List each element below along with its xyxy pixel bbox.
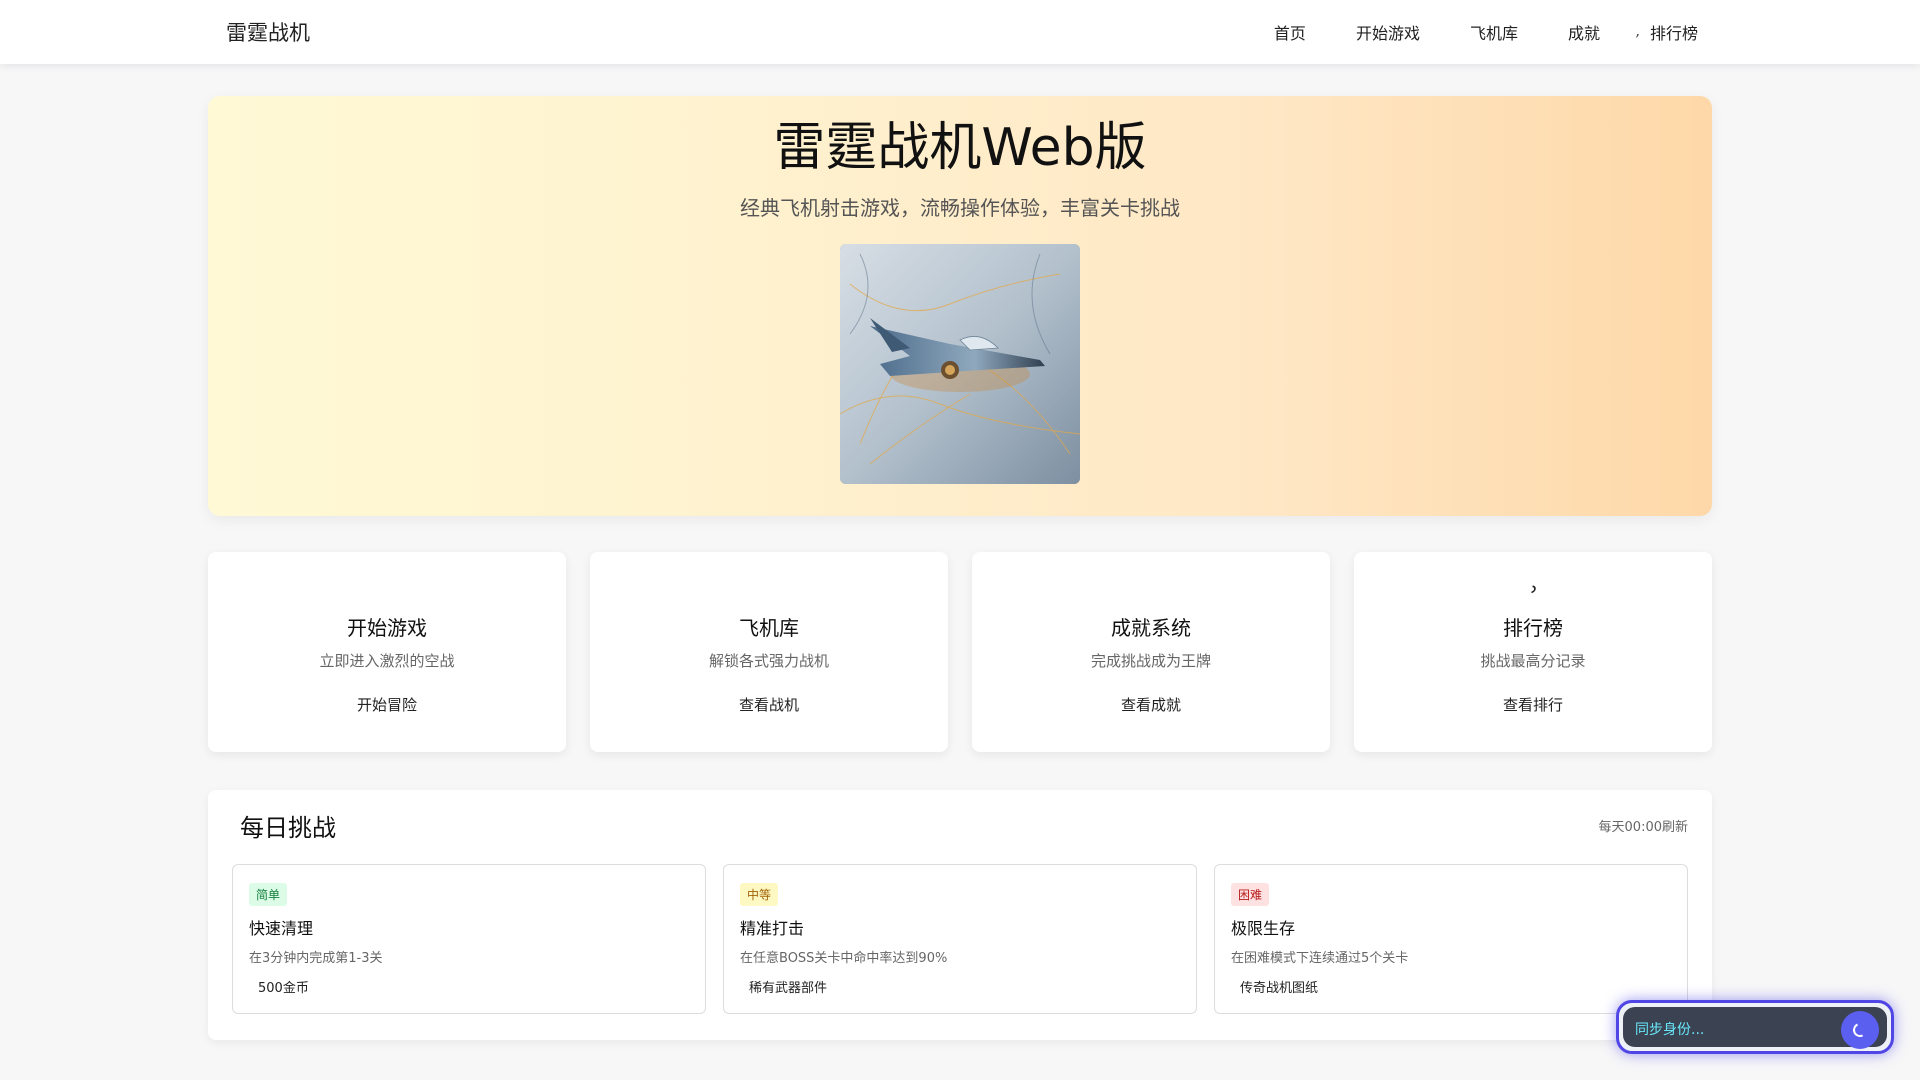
sync-widget-body: 同步身份... [1623, 1007, 1887, 1049]
ranking-icon: ‚ [1635, 24, 1641, 40]
daily-challenges-title: 每日挑战 [240, 814, 336, 842]
challenge-reward: 传奇战机图纸 [1231, 977, 1318, 996]
nav-home[interactable]: 首页 [1260, 20, 1306, 44]
nav-start-game-label: 开始游戏 [1355, 24, 1420, 43]
hero-banner: 雷霆战机Web版 经典飞机射击游戏，流畅操作体验，丰富关卡挑战 [208, 96, 1712, 516]
daily-challenges-panel: 每日挑战 每天00:00刷新 简单 快速清理 在3分钟内完成第1-3关 500金… [208, 790, 1712, 1040]
feature-title: 开始游戏 [347, 616, 427, 640]
refresh-time-note: 每天00:00刷新 [1598, 820, 1688, 835]
difficulty-badge: 简单 [249, 883, 288, 906]
feature-desc: 挑战最高分记录 [1480, 652, 1586, 670]
challenge-reward: 稀有武器部件 [740, 977, 827, 996]
view-planes-button[interactable]: 查看战机 [727, 688, 811, 721]
challenge-card-hard[interactable]: 困难 极限生存 在困难模式下连续通过5个关卡 传奇战机图纸 [1214, 864, 1688, 1014]
challenge-desc: 在3分钟内完成第1-3关 [249, 951, 383, 966]
nav-leaderboard-label: 排行榜 [1649, 24, 1698, 43]
nav-links: 首页 开始游戏 飞机库 成就 ‚ 排行榜 [1260, 0, 1698, 64]
nav-leaderboard[interactable]: ‚ 排行榜 [1636, 20, 1698, 44]
start-adventure-button[interactable]: 开始冒险 [345, 688, 429, 721]
difficulty-badge: 困难 [1231, 883, 1270, 906]
spinner-arc [1851, 1021, 1869, 1039]
loading-spinner-icon [1841, 1011, 1879, 1049]
feature-desc: 解锁各式强力战机 [708, 652, 829, 670]
feature-title: 排行榜 [1503, 616, 1563, 640]
challenge-title: 精准打击 [740, 919, 805, 938]
feature-card-hangar[interactable]: 飞机库 解锁各式强力战机 查看战机 [590, 552, 948, 752]
hero-title: 雷霆战机Web版 [773, 118, 1147, 178]
nav-home-label: 首页 [1273, 24, 1306, 43]
brand-link[interactable]: 雷霆战机 [208, 0, 310, 64]
difficulty-badge: 中等 [740, 883, 779, 906]
challenge-reward: 500金币 [249, 977, 309, 996]
feature-card-achievements[interactable]: 成就系统 完成挑战成为王牌 查看成就 [972, 552, 1330, 752]
nav-achievements[interactable]: 成就 [1554, 20, 1600, 44]
sync-status-text: 同步身份... [1635, 1022, 1705, 1038]
feature-desc: 完成挑战成为王牌 [1090, 652, 1211, 670]
challenge-title: 快速清理 [249, 919, 314, 938]
ranking-icon: ˒ [1528, 574, 1538, 607]
challenge-card-easy[interactable]: 简单 快速清理 在3分钟内完成第1-3关 500金币 [232, 864, 706, 1014]
identity-sync-widget[interactable]: 同步身份... [1616, 1000, 1894, 1054]
nav-hangar-label: 飞机库 [1469, 24, 1518, 43]
fighter-jet-image [840, 244, 1080, 484]
feature-title: 飞机库 [739, 616, 799, 640]
feature-card-leaderboard[interactable]: ˒ 排行榜 挑战最高分记录 查看排行 [1354, 552, 1712, 752]
fighter-jet-illustration [840, 244, 1080, 484]
challenge-desc: 在困难模式下连续通过5个关卡 [1231, 951, 1409, 966]
reward-text: 稀有武器部件 [749, 981, 828, 996]
nav-hangar[interactable]: 飞机库 [1456, 20, 1518, 44]
hero-subtitle: 经典飞机射击游戏，流畅操作体验，丰富关卡挑战 [740, 196, 1180, 220]
reward-text: 500金币 [258, 981, 309, 996]
challenge-card-medium[interactable]: 中等 精准打击 在任意BOSS关卡中命中率达到90% 稀有武器部件 [723, 864, 1197, 1014]
view-ranking-button[interactable]: 查看排行 [1491, 688, 1575, 721]
brand-name: 雷霆战机 [226, 21, 310, 45]
feature-desc: 立即进入激烈的空战 [319, 652, 455, 670]
challenge-desc: 在任意BOSS关卡中命中率达到90% [740, 951, 948, 966]
view-achievements-button[interactable]: 查看成就 [1109, 688, 1193, 721]
nav-start-game[interactable]: 开始游戏 [1342, 20, 1420, 44]
top-navbar: 雷霆战机 首页 开始游戏 飞机库 成就 ‚ 排行榜 [0, 0, 1920, 64]
nav-achievements-label: 成就 [1567, 24, 1600, 43]
reward-text: 传奇战机图纸 [1240, 981, 1319, 996]
challenge-title: 极限生存 [1231, 919, 1296, 938]
feature-card-start-game[interactable]: 开始游戏 立即进入激烈的空战 开始冒险 [208, 552, 566, 752]
feature-title: 成就系统 [1111, 616, 1191, 640]
